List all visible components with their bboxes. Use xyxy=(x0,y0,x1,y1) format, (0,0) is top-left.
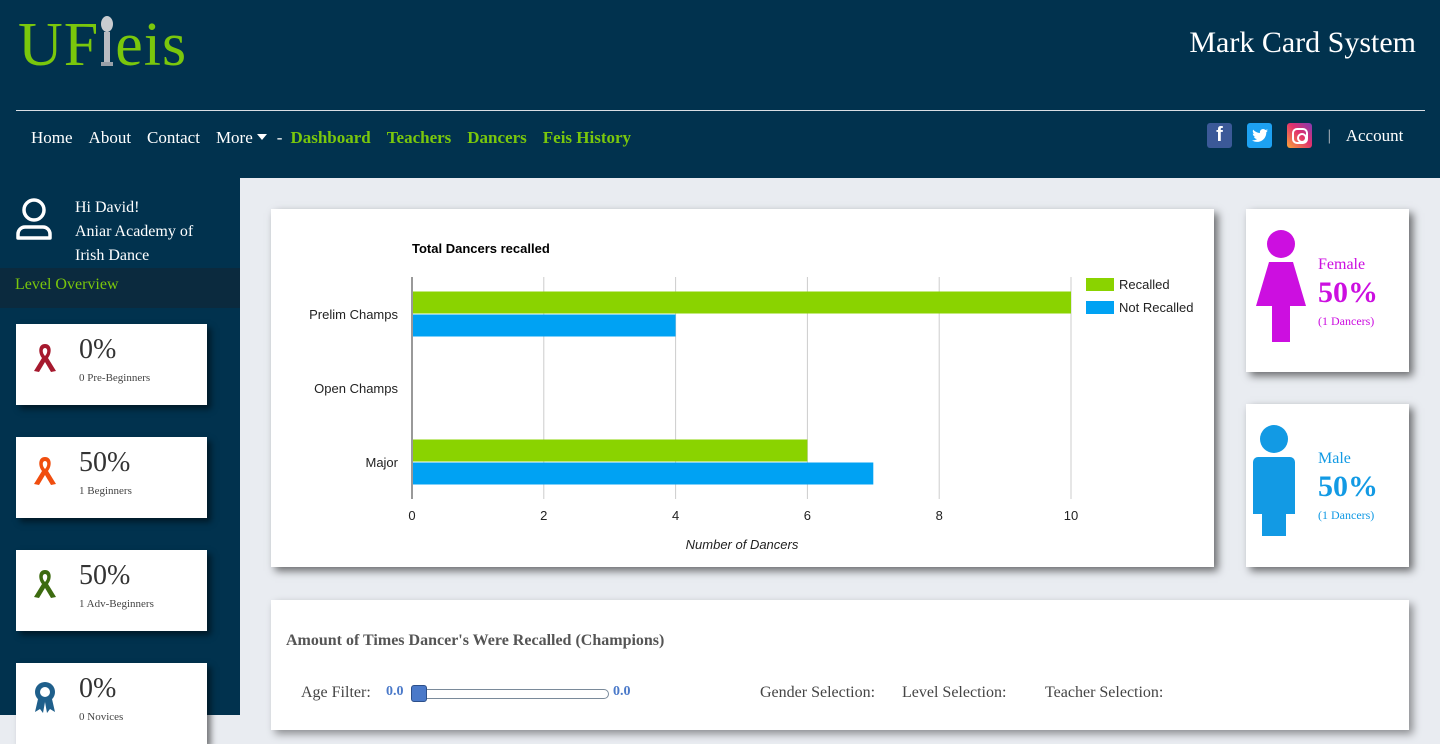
level-selection-label[interactable]: Level Selection: xyxy=(902,684,1006,702)
header-divider xyxy=(16,110,1425,111)
male-percent: 50% xyxy=(1318,470,1378,503)
male-count: (1 Dancers) xyxy=(1318,508,1375,522)
x-tick-label: 6 xyxy=(804,508,811,523)
logo-text-prefix: UF xyxy=(18,11,100,79)
school-name-line1: Aniar Academy of xyxy=(75,223,194,240)
category-label: Major xyxy=(365,455,398,470)
nav-teachers[interactable]: Teachers xyxy=(387,128,452,148)
x-tick-label: 10 xyxy=(1064,508,1078,523)
caret-down-icon xyxy=(256,134,267,140)
level-percent: 50% xyxy=(79,560,131,591)
social-links: f | Account xyxy=(1207,123,1403,148)
female-label: Female xyxy=(1318,256,1366,273)
level-card-adv-beginners[interactable]: 50% 1 Adv-Beginners xyxy=(16,550,207,631)
female-icon xyxy=(1254,229,1308,347)
level-overview-heading: Level Overview xyxy=(0,268,240,308)
legend-label: Recalled xyxy=(1119,277,1170,292)
nav-feis-history[interactable]: Feis History xyxy=(543,128,631,148)
ribbon-icon xyxy=(30,567,60,605)
brand-logo[interactable]: UF eis xyxy=(18,10,187,85)
nav-contact[interactable]: Contact xyxy=(147,128,200,148)
nav-dashboard[interactable]: Dashboard xyxy=(290,128,370,148)
ribbon-icon xyxy=(30,341,60,379)
level-percent: 0% xyxy=(79,334,117,365)
level-card-novices[interactable]: 0% 0 Novices xyxy=(16,663,207,744)
nav-home[interactable]: Home xyxy=(31,128,73,148)
level-count: 1 Beginners xyxy=(79,485,132,497)
app-title: Mark Card System xyxy=(1189,26,1416,59)
nav-more-dropdown[interactable]: More xyxy=(216,128,267,148)
user-greeting: Hi David! Aniar Academy of Irish Dance xyxy=(75,196,193,268)
nav-dancers[interactable]: Dancers xyxy=(467,128,526,148)
account-link[interactable]: Account xyxy=(1346,126,1404,146)
male-label: Male xyxy=(1318,450,1351,467)
legend-swatch xyxy=(1086,278,1114,291)
x-tick-label: 8 xyxy=(936,508,943,523)
male-icon xyxy=(1252,424,1296,542)
age-max-value: 0.0 xyxy=(613,684,631,699)
main-nav: Home About Contact More - Dashboard Teac… xyxy=(31,128,647,148)
level-count: 0 Pre-Beginners xyxy=(79,372,151,384)
top-bar: UF eis Mark Card System Home About Contac… xyxy=(0,0,1440,178)
category-label: Prelim Champs xyxy=(309,307,398,322)
level-percent: 0% xyxy=(79,673,117,704)
microphone-icon xyxy=(99,14,115,85)
greeting-text: Hi David! xyxy=(75,199,140,216)
nav-about[interactable]: About xyxy=(89,128,132,148)
bar-not-recalled xyxy=(413,462,874,485)
twitter-icon[interactable] xyxy=(1247,123,1272,148)
recall-filter-card: Amount of Times Dancer's Were Recalled (… xyxy=(271,600,1409,730)
gender-selection-label[interactable]: Gender Selection: xyxy=(760,684,875,702)
recalled-bar-chart: Total Dancers recalled 0 2 4 6 8 10 Number of D… xyxy=(309,241,1193,552)
female-card: Female 50% (1 Dancers) xyxy=(1246,209,1409,372)
category-label: Open Champs xyxy=(314,381,398,396)
female-percent: 50% xyxy=(1318,276,1378,309)
teacher-selection-label[interactable]: Teacher Selection: xyxy=(1045,684,1163,702)
school-name-line2: Irish Dance xyxy=(75,247,150,264)
nav-separator: - xyxy=(276,128,283,147)
age-slider-track[interactable] xyxy=(419,689,609,699)
instagram-icon[interactable] xyxy=(1287,123,1312,148)
level-count: 1 Adv-Beginners xyxy=(79,598,154,610)
recall-section-title: Amount of Times Dancer's Were Recalled (… xyxy=(286,632,665,649)
logo-text-suffix: eis xyxy=(115,11,188,79)
legend-label: Not Recalled xyxy=(1119,300,1193,315)
level-card-pre-beginners[interactable]: 0% 0 Pre-Beginners xyxy=(16,324,207,405)
male-card: Male 50% (1 Dancers) xyxy=(1246,404,1409,567)
x-axis-title: Number of Dancers xyxy=(686,537,799,552)
ribbon-icon xyxy=(30,454,60,492)
bar-recalled xyxy=(413,439,808,462)
female-count: (1 Dancers) xyxy=(1318,314,1375,328)
facebook-icon[interactable]: f xyxy=(1207,123,1232,148)
level-percent: 50% xyxy=(79,447,131,478)
level-card-beginners[interactable]: 50% 1 Beginners xyxy=(16,437,207,518)
bar-not-recalled xyxy=(413,314,676,337)
user-icon xyxy=(15,198,53,244)
chart-title: Total Dancers recalled xyxy=(412,241,550,256)
age-slider-handle[interactable] xyxy=(411,685,427,702)
x-tick-label: 2 xyxy=(540,508,547,523)
social-separator: | xyxy=(1327,127,1332,144)
sidebar: Hi David! Aniar Academy of Irish Dance L… xyxy=(0,178,240,744)
age-min-value: 0.0 xyxy=(386,684,404,699)
recalled-chart-card: Total Dancers recalled 0 2 4 6 8 10 Number of D… xyxy=(271,209,1214,567)
legend-swatch xyxy=(1086,301,1114,314)
medal-icon xyxy=(30,680,60,718)
bar-recalled xyxy=(413,291,1071,314)
x-tick-label: 0 xyxy=(408,508,415,523)
age-filter-label: Age Filter: xyxy=(301,684,371,701)
level-count: 0 Novices xyxy=(79,711,124,723)
x-tick-label: 4 xyxy=(672,508,679,523)
